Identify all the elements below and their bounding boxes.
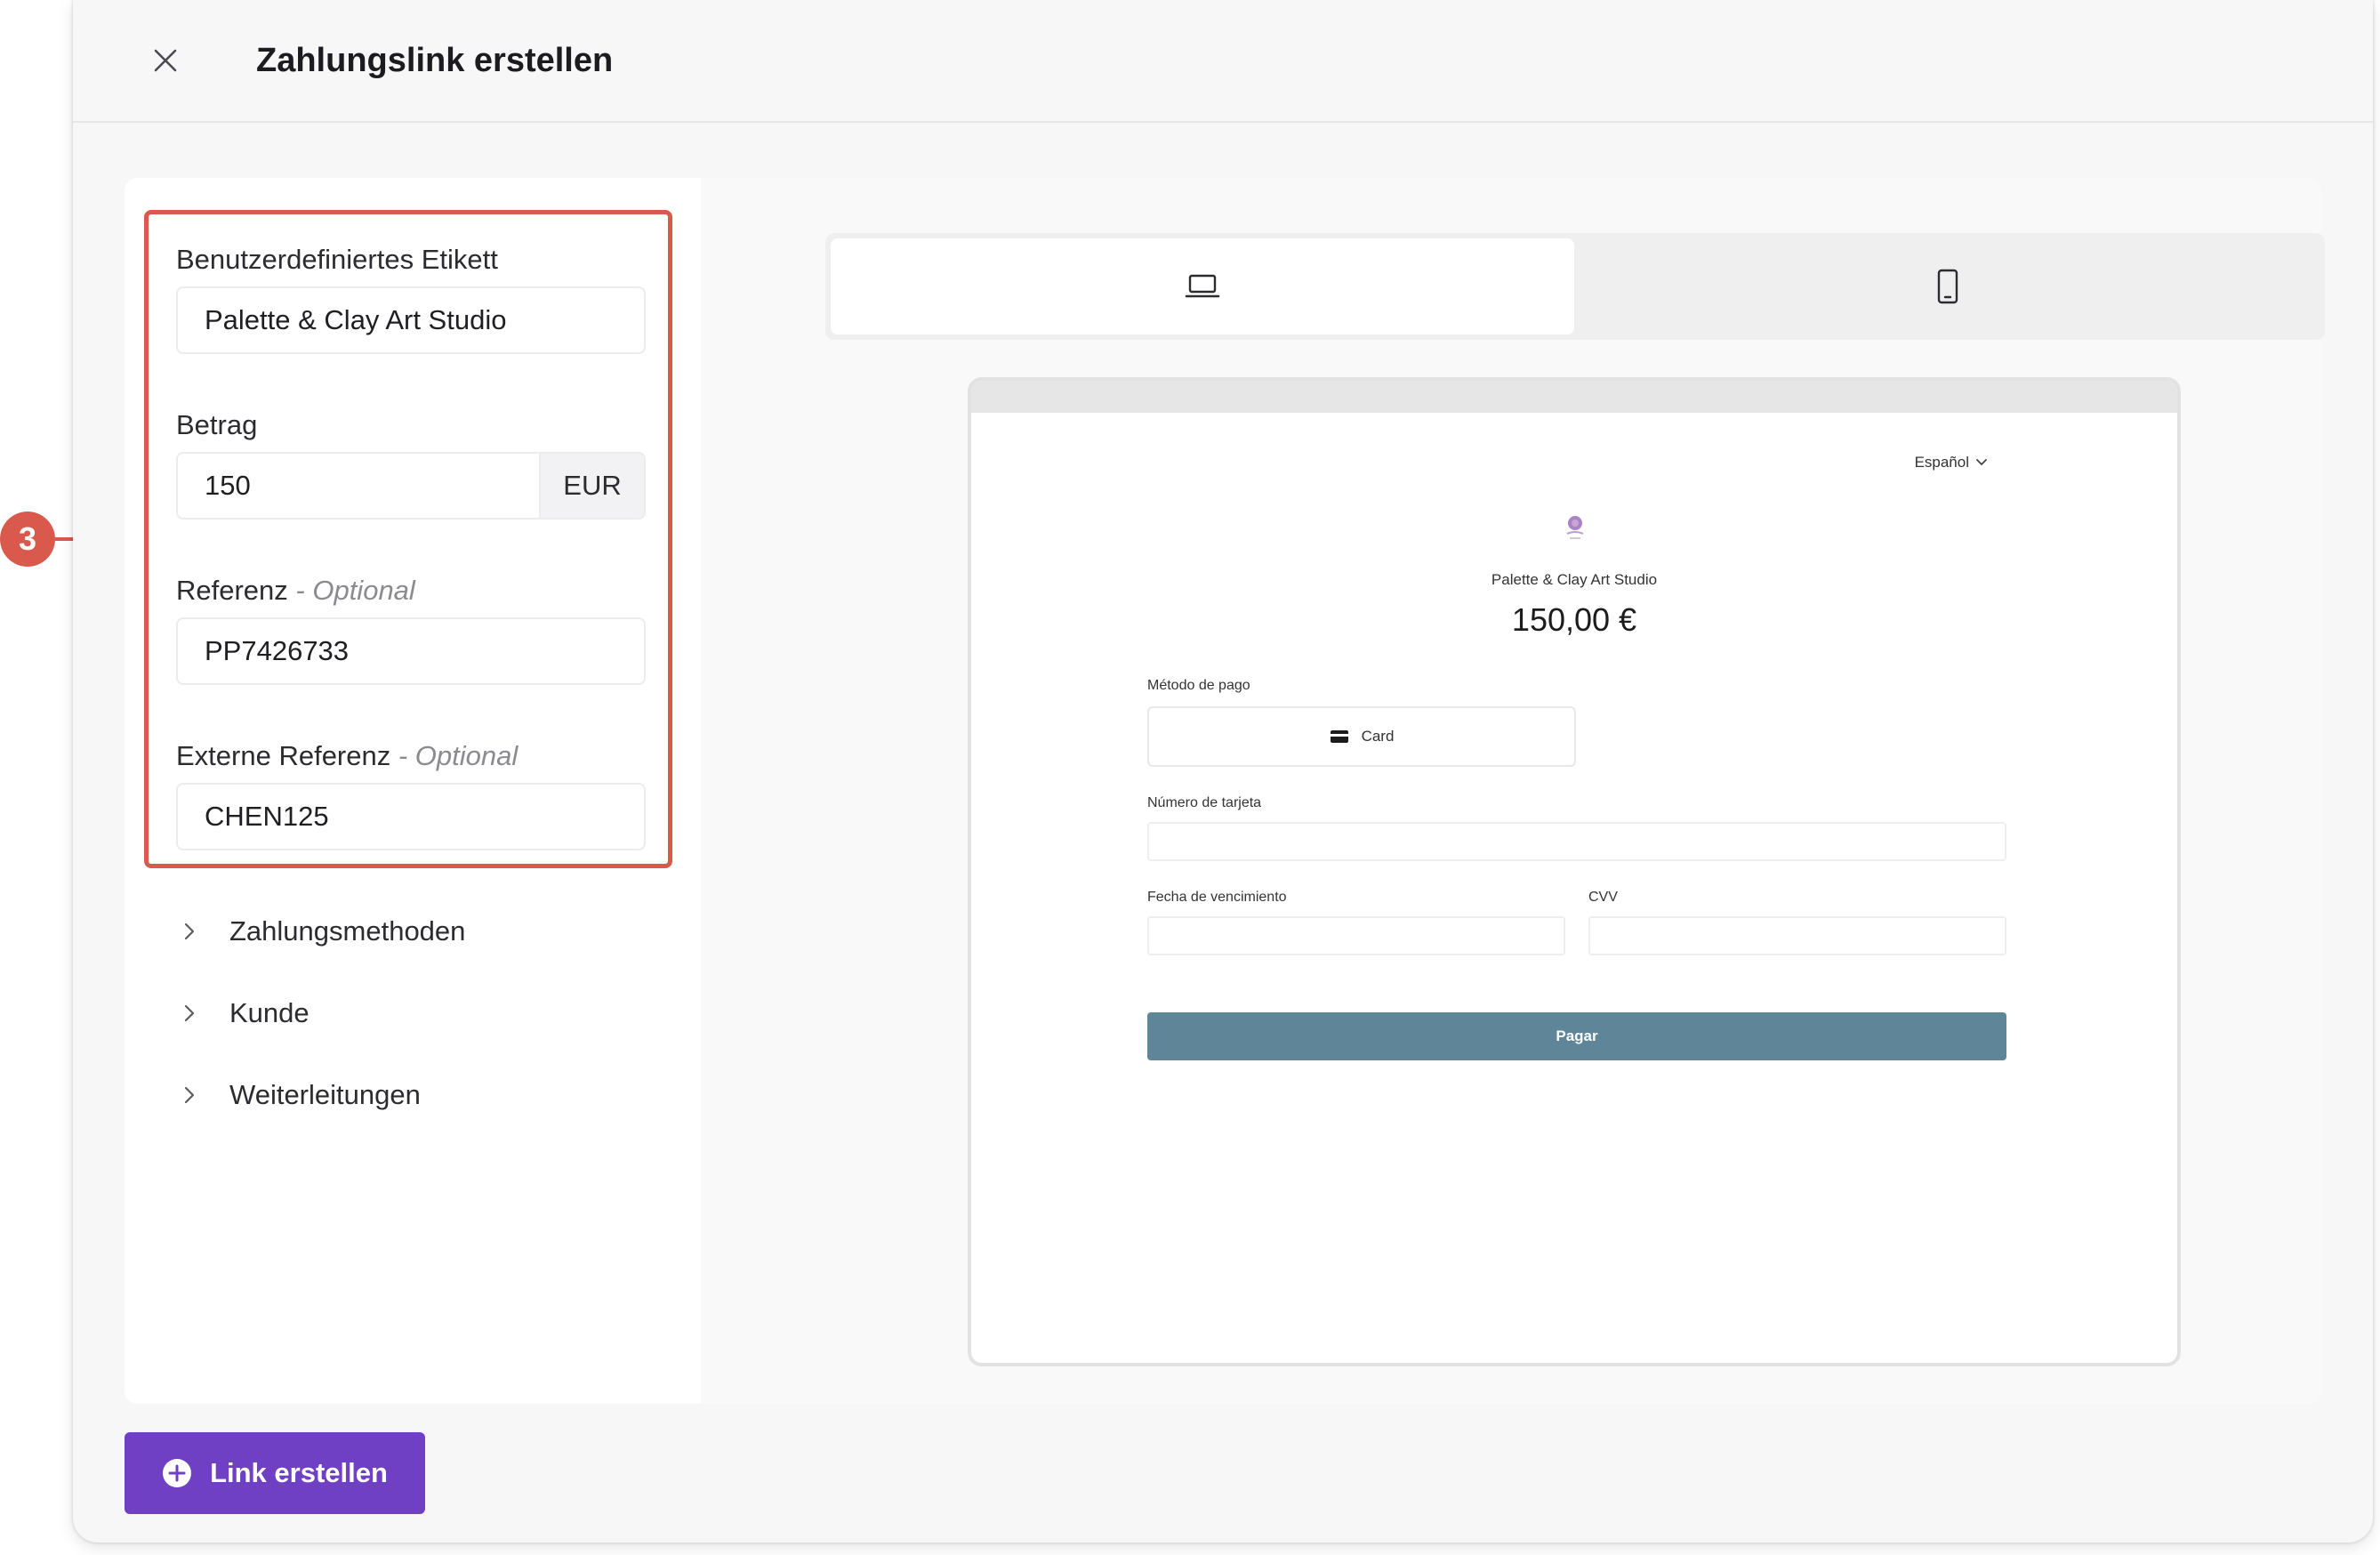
preview-card-number-input[interactable] xyxy=(1147,822,2006,861)
smartphone-icon xyxy=(1937,269,1958,304)
preview-payment-method-card[interactable]: Card xyxy=(1147,706,1576,767)
create-link-button[interactable]: Link erstellen xyxy=(125,1432,425,1514)
preview-browser-bar xyxy=(971,381,2177,413)
credit-card-icon xyxy=(1330,730,1348,743)
accordion-customer[interactable]: Kunde xyxy=(176,991,310,1035)
accordion-label: Kunde xyxy=(229,997,310,1028)
reference-label: Referenz - Optional xyxy=(176,573,415,608)
preview-merchant-name: Palette & Clay Art Studio xyxy=(1491,571,1658,588)
amount-input[interactable]: 150 xyxy=(178,454,539,518)
language-selector[interactable]: Español xyxy=(1915,454,1987,471)
amount-label: Betrag xyxy=(176,409,258,440)
chevron-right-icon xyxy=(176,1085,203,1105)
chevron-down-icon xyxy=(1976,459,1987,466)
merchant-logo-icon xyxy=(1566,516,1584,539)
preview-expiry-label: Fecha de vencimiento xyxy=(1147,890,1287,905)
preview-card-number-label: Número de tarjeta xyxy=(1147,795,1262,810)
preview-amount: 150,00 € xyxy=(1511,601,1637,638)
close-icon xyxy=(154,49,177,72)
tab-mobile-preview[interactable] xyxy=(1576,238,2320,334)
chevron-right-icon xyxy=(176,922,203,941)
preview-pay-button[interactable]: Pagar xyxy=(1147,1012,2006,1060)
external-reference-input[interactable]: CHEN125 xyxy=(176,783,646,850)
reference-optional-hint: - Optional xyxy=(287,575,415,606)
reference-label-text: Referenz xyxy=(176,575,288,606)
device-switch xyxy=(825,233,2325,340)
preview-payment-method-text: Card xyxy=(1361,728,1395,745)
reference-input[interactable]: PP7426733 xyxy=(176,617,646,685)
create-payment-link-modal: Zahlungslink erstellen Benutzerdefiniert… xyxy=(73,0,2373,1543)
create-link-label: Link erstellen xyxy=(210,1457,388,1488)
accordion-label: Weiterleitungen xyxy=(229,1079,421,1110)
language-label: Español xyxy=(1914,454,1969,471)
external-reference-label: Externe Referenz - Optional xyxy=(176,738,518,774)
external-reference-label-text: Externe Referenz xyxy=(176,740,391,771)
custom-label-input[interactable]: Palette & Clay Art Studio xyxy=(176,286,646,354)
preview-expiry-input[interactable] xyxy=(1147,916,1565,955)
external-reference-optional-hint: - Optional xyxy=(390,740,519,771)
tab-desktop-preview[interactable] xyxy=(831,238,1574,334)
callout-badge: 3 xyxy=(0,512,55,567)
modal-header: Zahlungslink erstellen xyxy=(73,0,2373,123)
accordion-label: Zahlungsmethoden xyxy=(229,915,466,947)
checkout-preview: Español Palette & Clay Art Studio 150,00… xyxy=(968,377,2181,1366)
form-panel: Benutzerdefiniertes Etikett Palette & Cl… xyxy=(125,178,701,1404)
amount-input-group: 150 EUR xyxy=(176,452,646,520)
laptop-icon xyxy=(1185,274,1220,298)
modal-title: Zahlungslink erstellen xyxy=(256,42,614,79)
close-button[interactable] xyxy=(144,39,187,82)
custom-label-label: Benutzerdefiniertes Etikett xyxy=(176,244,498,275)
currency-addon: EUR xyxy=(539,454,644,518)
preview-payment-method-label: Método de pago xyxy=(1147,678,1250,693)
preview-cvv-input[interactable] xyxy=(1588,916,2006,955)
preview-cvv-label: CVV xyxy=(1588,890,1618,905)
accordion-redirects[interactable]: Weiterleitungen xyxy=(176,1073,421,1117)
plus-circle-icon xyxy=(163,1459,192,1487)
chevron-right-icon xyxy=(176,1003,203,1023)
accordion-payment-methods[interactable]: Zahlungsmethoden xyxy=(176,909,465,954)
